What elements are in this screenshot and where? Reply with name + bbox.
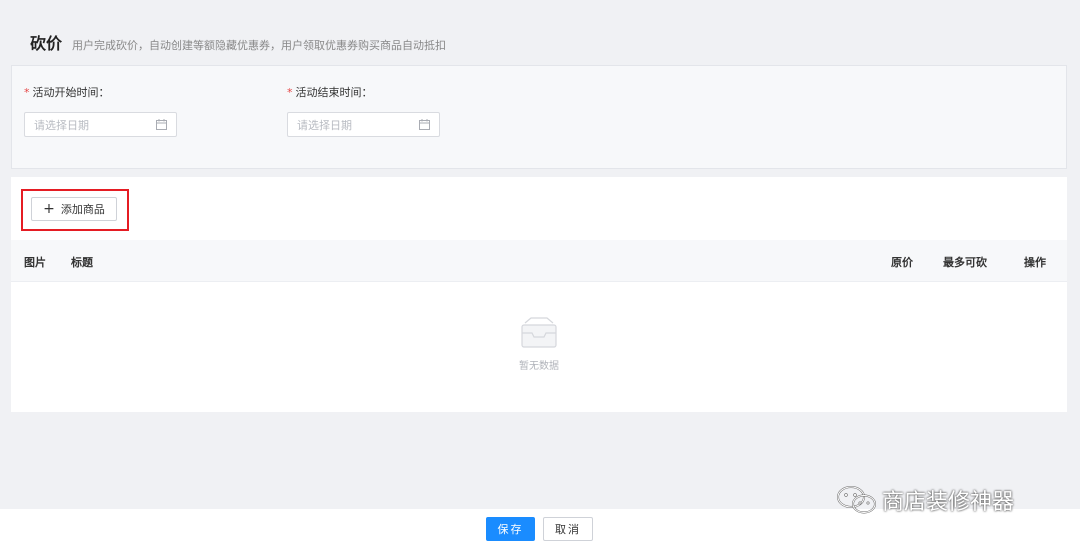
start-date-label-text: 活动开始时间： [32,86,110,99]
watermark: 商店装修神器 [836,484,1014,516]
column-header-max-bargain: 最多可砍 [943,256,987,269]
wechat-icon [836,485,882,515]
goods-table-header: 图片 标题 原价 最多可砍 操作 [11,240,1067,282]
column-header-image: 图片 [24,256,46,269]
start-date-field: * 活动开始时间： 请选择日期 [24,86,177,137]
start-date-label: * 活动开始时间： [24,86,177,100]
empty-text: 暂无数据 [519,361,559,372]
activity-date-card: * 活动开始时间： 请选择日期 * 活动结束时间： 请选择日期 [11,65,1067,169]
plus-icon: + [43,201,55,217]
watermark-text: 商店装修神器 [882,490,1015,515]
page-header: 砍价 用户完成砍价，自动创建等额隐藏优惠券，用户领取优惠券购买商品自动抵扣 [30,30,446,54]
add-goods-button[interactable]: + 添加商品 [31,197,117,221]
goods-card: + 添加商品 图片 标题 原价 最多可砍 操作 暂无数据 [11,177,1067,412]
empty-state: 暂无数据 [11,317,1067,372]
calendar-icon [419,119,430,130]
start-date-placeholder: 请选择日期 [34,118,89,132]
cancel-button[interactable]: 取消 [543,517,593,541]
save-button[interactable]: 保存 [486,517,535,541]
column-header-action: 操作 [1024,256,1046,269]
end-date-label: * 活动结束时间： [287,86,440,100]
end-date-label-text: 活动结束时间： [295,86,373,99]
required-mark: * [287,86,293,99]
end-date-field: * 活动结束时间： 请选择日期 [287,86,440,137]
end-date-placeholder: 请选择日期 [297,118,352,132]
column-header-title: 标题 [71,256,93,269]
column-header-original-price: 原价 [891,256,913,269]
empty-inbox-icon [519,317,559,349]
add-goods-label: 添加商品 [60,203,105,216]
required-mark: * [24,86,30,99]
calendar-icon [156,119,167,130]
page-title: 砍价 [30,34,63,53]
page-description: 用户完成砍价，自动创建等额隐藏优惠券，用户领取优惠券购买商品自动抵扣 [72,39,447,52]
end-date-picker[interactable]: 请选择日期 [287,112,440,137]
start-date-picker[interactable]: 请选择日期 [24,112,177,137]
